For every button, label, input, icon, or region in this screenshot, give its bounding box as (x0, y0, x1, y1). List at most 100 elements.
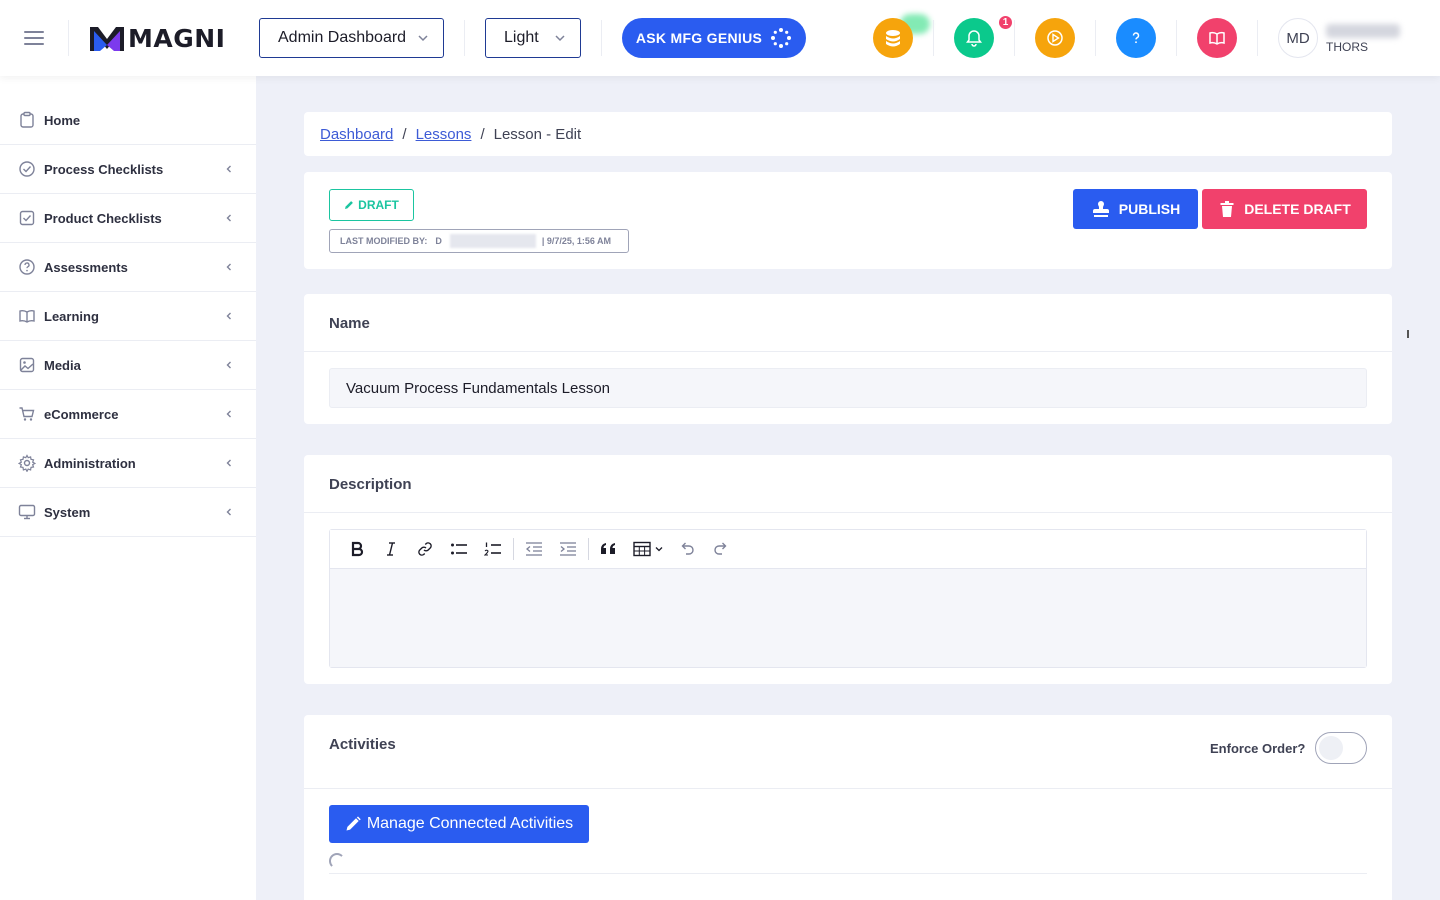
book-open-icon (19, 309, 35, 323)
play-circle-icon (1047, 30, 1063, 46)
publish-button[interactable]: PUBLISH (1073, 189, 1198, 229)
ask-mfg-genius-button[interactable]: ASK MFG GENIUS (622, 18, 806, 58)
draft-status-badge: DRAFT (329, 189, 414, 221)
delete-draft-button[interactable]: DELETE DRAFT (1202, 189, 1367, 229)
sidebar-item-label: Home (44, 112, 81, 128)
sidebar-item-ecommerce[interactable]: eCommerce (0, 390, 256, 439)
sidebar-item-system[interactable]: System (0, 488, 256, 537)
dashboard-select[interactable]: Admin Dashboard (259, 18, 444, 58)
manage-connected-activities-button[interactable]: Manage Connected Activities (329, 805, 589, 843)
lesson-name-input[interactable]: Vacuum Process Fundamentals Lesson (329, 368, 1367, 408)
check-circle-icon (19, 161, 35, 177)
breadcrumb-dashboard-link[interactable]: Dashboard (320, 126, 393, 143)
chevron-down-icon (655, 547, 662, 552)
bullet-list-button[interactable] (442, 534, 476, 564)
theme-select-value: Light (504, 29, 539, 46)
coins-button[interactable] (873, 18, 913, 58)
chevron-left-icon (226, 459, 231, 467)
sidebar-item-assessments[interactable]: Assessments (0, 243, 256, 292)
indent-icon (560, 542, 576, 556)
pencil-icon (345, 201, 354, 209)
help-button[interactable] (1116, 18, 1156, 58)
activities-section-title: Activities (329, 736, 396, 753)
logo-text: MAGNI (128, 24, 226, 53)
outdent-button[interactable] (517, 534, 551, 564)
header-divider (464, 20, 465, 56)
header-divider (933, 20, 934, 56)
chevron-left-icon (226, 165, 231, 173)
chevron-left-icon (226, 312, 231, 320)
breadcrumb-lessons-link[interactable]: Lessons (416, 126, 472, 143)
italic-button[interactable] (374, 534, 408, 564)
monitor-icon (18, 504, 36, 520)
name-section-title: Name (329, 315, 370, 332)
book-open-icon (1209, 31, 1225, 45)
description-text-area[interactable] (330, 569, 1366, 667)
notification-count-badge: 1 (997, 14, 1014, 31)
last-modified-info: LAST MODIFIED BY: D | 9/7/25, 1:56 AM (329, 229, 629, 253)
indent-button[interactable] (551, 534, 585, 564)
chevron-down-icon (418, 35, 428, 42)
sidebar-item-process-checklists[interactable]: Process Checklists (0, 145, 256, 194)
theme-select[interactable]: Light (485, 18, 581, 58)
description-editor (329, 529, 1367, 668)
bell-icon (966, 30, 982, 47)
redo-button[interactable] (704, 534, 738, 564)
sidebar-item-label: Process Checklists (44, 161, 164, 177)
section-divider (304, 788, 1392, 789)
editor-toolbar (330, 530, 1366, 569)
status-card: DRAFT LAST MODIFIED BY: D | 9/7/25, 1:56… (304, 172, 1392, 269)
last-modified-user-redacted (449, 234, 536, 248)
trash-icon (1220, 201, 1234, 217)
user-avatar[interactable]: MD (1278, 18, 1318, 58)
sidebar-item-label: Learning (44, 308, 99, 324)
loading-spinner-icon (329, 853, 345, 869)
sidebar-item-label: Media (44, 357, 81, 373)
magni-logo[interactable]: MAGNI (90, 24, 225, 53)
toolbar-divider (513, 538, 514, 560)
sidebar-item-learning[interactable]: Learning (0, 292, 256, 341)
chevron-left-icon (226, 508, 231, 516)
quote-icon (601, 543, 615, 554)
enforce-order-label: Enforce Order? (1210, 741, 1306, 756)
bold-button[interactable] (340, 534, 374, 564)
sidebar-item-home[interactable]: Home (0, 96, 256, 145)
numbered-list-button[interactable] (476, 534, 510, 564)
sidebar-item-label: Product Checklists (44, 210, 162, 226)
sidebar-item-label: eCommerce (44, 406, 119, 422)
check-square-icon (19, 210, 35, 226)
italic-icon (387, 542, 395, 556)
breadcrumb-separator: / (480, 125, 485, 143)
header-divider (68, 20, 69, 56)
sidebar-item-label: Administration (44, 455, 136, 471)
play-button[interactable] (1035, 18, 1075, 58)
redo-icon (714, 542, 727, 555)
breadcrumb-current: Lesson - Edit (493, 125, 582, 143)
undo-icon (681, 542, 694, 555)
guide-button[interactable] (1197, 18, 1237, 58)
notifications-button[interactable] (954, 18, 994, 58)
enforce-order-toggle[interactable] (1315, 732, 1367, 764)
table-button[interactable] (626, 534, 670, 564)
last-modified-date: | 9/7/25, 1:56 AM (541, 236, 612, 246)
section-divider (304, 351, 1392, 352)
menu-toggle-icon[interactable] (22, 26, 46, 50)
sidebar-item-label: Assessments (44, 259, 128, 275)
sidebar-item-media[interactable]: Media (0, 341, 256, 390)
sidebar-item-product-checklists[interactable]: Product Checklists (0, 194, 256, 243)
question-circle-icon (19, 259, 35, 275)
gear-icon (18, 454, 36, 472)
undo-button[interactable] (670, 534, 704, 564)
manage-activities-label: Manage Connected Activities (366, 815, 574, 832)
header-divider (601, 20, 602, 56)
question-icon (1132, 32, 1140, 44)
pencil-icon (346, 816, 361, 831)
blockquote-button[interactable] (592, 534, 626, 564)
activities-card: Activities Enforce Order? Manage Connect… (304, 715, 1392, 900)
link-icon (418, 542, 432, 556)
link-button[interactable] (408, 534, 442, 564)
section-divider (304, 512, 1392, 513)
sidebar-item-administration[interactable]: Administration (0, 439, 256, 488)
sidebar-item-label: System (44, 504, 91, 520)
bold-icon (351, 541, 364, 557)
